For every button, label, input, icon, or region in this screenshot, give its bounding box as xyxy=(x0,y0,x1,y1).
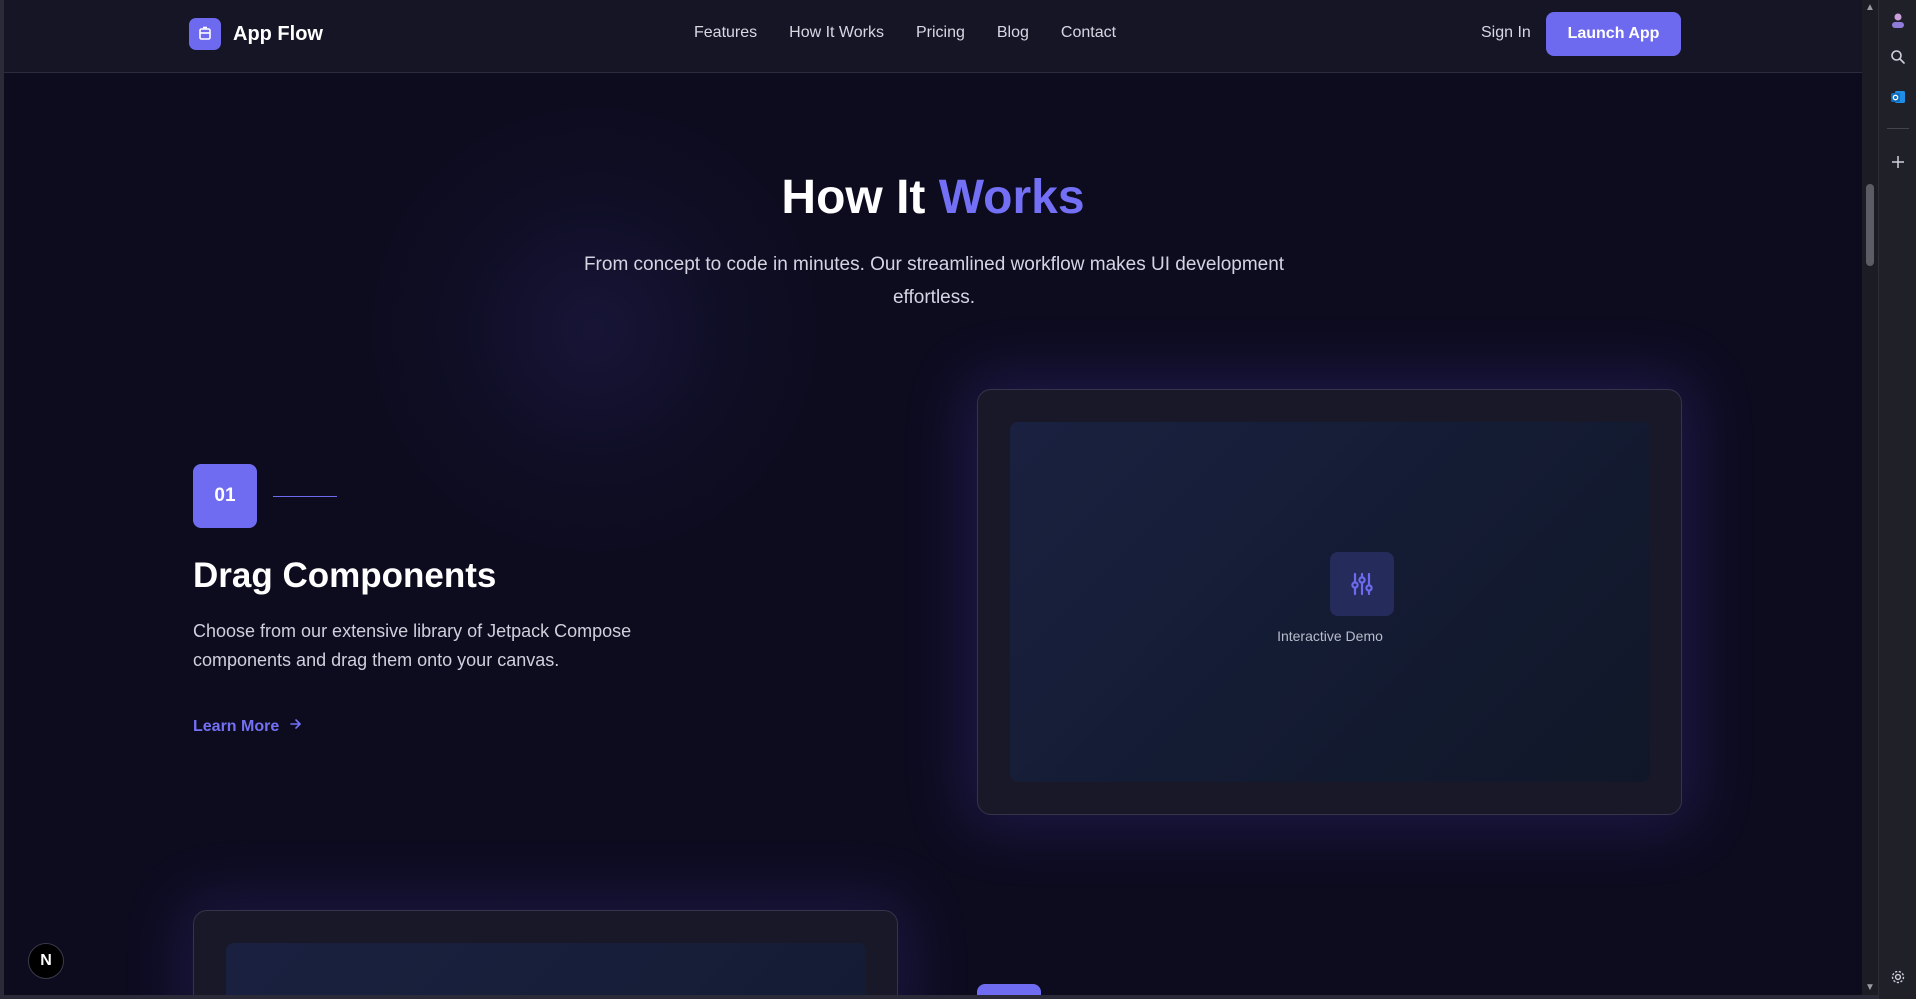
next-step-screen xyxy=(226,943,866,999)
sliders-icon xyxy=(1330,552,1394,616)
add-icon[interactable] xyxy=(1886,150,1910,174)
browser-sidebar xyxy=(1878,0,1916,999)
scroll-up-icon[interactable]: ▲ xyxy=(1864,2,1876,14)
next-step-card xyxy=(193,910,898,999)
nav-link-contact[interactable]: Contact xyxy=(1061,24,1116,42)
outlook-icon[interactable] xyxy=(1886,85,1910,109)
demo-label: Interactive Demo xyxy=(1277,628,1383,644)
settings-gear-icon[interactable] xyxy=(1886,965,1910,989)
app-icon xyxy=(189,18,221,50)
nav-link-blog[interactable]: Blog xyxy=(997,24,1029,42)
framework-badge[interactable]: N xyxy=(28,943,64,979)
demo-screen[interactable]: Interactive Demo xyxy=(1010,422,1650,782)
profile-icon[interactable] xyxy=(1886,8,1910,32)
section-title: How It Works xyxy=(4,170,1862,225)
search-icon[interactable] xyxy=(1886,45,1910,69)
demo-card: Interactive Demo xyxy=(977,389,1682,815)
nav-link-how-it-works[interactable]: How It Works xyxy=(789,24,884,42)
logo[interactable]: App Flow xyxy=(189,18,323,50)
learn-more-label: Learn More xyxy=(193,717,280,735)
background-glow xyxy=(364,100,824,560)
step-divider xyxy=(273,496,337,497)
window-bottom-border xyxy=(0,995,1878,999)
page-scrollbar[interactable]: ▲ ▼ xyxy=(1862,0,1878,999)
learn-more-link[interactable]: Learn More xyxy=(193,717,303,736)
sign-in-link[interactable]: Sign In xyxy=(1481,24,1531,42)
sidebar-divider xyxy=(1887,128,1909,129)
scroll-down-icon[interactable]: ▼ xyxy=(1864,982,1876,994)
step-title: Drag Components xyxy=(193,556,497,595)
title-main: How It xyxy=(781,171,939,224)
nav-links: Features How It Works Pricing Blog Conta… xyxy=(694,24,1116,42)
launch-app-button[interactable]: Launch App xyxy=(1546,12,1681,56)
nav-link-features[interactable]: Features xyxy=(694,24,757,42)
section-subtitle: From concept to code in minutes. Our str… xyxy=(583,254,1285,308)
scrollbar-thumb[interactable] xyxy=(1866,184,1874,266)
step-description: Choose from our extensive library of Jet… xyxy=(193,621,632,670)
arrow-right-icon xyxy=(289,717,303,736)
top-nav: App Flow Features How It Works Pricing B… xyxy=(4,0,1862,73)
page: App Flow Features How It Works Pricing B… xyxy=(0,0,1862,999)
title-accent: Works xyxy=(938,171,1085,224)
nav-link-pricing[interactable]: Pricing xyxy=(916,24,965,42)
step-number-badge: 01 xyxy=(193,464,257,528)
logo-text: App Flow xyxy=(233,22,323,45)
